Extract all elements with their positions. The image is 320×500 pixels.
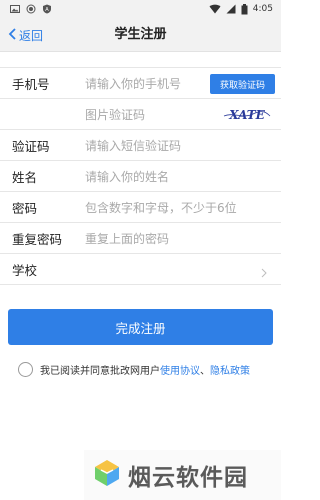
terms-link[interactable]: 使用协议: [160, 362, 200, 377]
sms-code-input[interactable]: 请输入短信验证码: [85, 137, 281, 154]
captcha-text: XATE: [228, 108, 265, 122]
sms-code-row: 验证码 请输入短信验证码: [0, 130, 281, 161]
status-time: 4:05: [252, 4, 273, 14]
back-label: 返回: [19, 28, 44, 43]
repeat-password-input[interactable]: 重复上面的密码: [85, 230, 281, 247]
get-code-button[interactable]: 获取验证码: [210, 74, 275, 94]
chevron-right-icon: [261, 263, 267, 282]
complete-registration-button[interactable]: 完成注册: [8, 309, 273, 345]
phone-row: 手机号 请输入你的手机号 获取验证码: [0, 68, 281, 99]
privacy-link[interactable]: 隐私政策: [210, 362, 250, 377]
school-row[interactable]: 学校: [0, 254, 281, 285]
agreement-text: 我已阅读并同意批改网用户: [40, 365, 160, 377]
password-row: 密码 包含数字和字母，不少于6位: [0, 192, 281, 223]
watermark-text: 烟云软件园: [128, 465, 248, 491]
captcha-row: 图片验证码 XATE: [0, 99, 281, 130]
record-icon: [26, 4, 36, 14]
agreement-separator: 、: [200, 365, 210, 377]
name-label: 姓名: [12, 169, 38, 185]
password-label: 密码: [12, 200, 38, 216]
signal-icon: [226, 4, 236, 14]
battery-icon: [241, 3, 248, 15]
chevron-left-icon: [8, 27, 17, 43]
wifi-icon: [209, 4, 221, 14]
name-row: 姓名 请输入你的姓名: [0, 161, 281, 192]
captcha-image[interactable]: XATE: [223, 104, 271, 125]
sms-code-label: 验证码: [12, 138, 50, 154]
back-button[interactable]: 返回: [8, 18, 43, 52]
photo-icon: [10, 4, 20, 14]
registration-form: 手机号 请输入你的手机号 获取验证码 图片验证码 XATE 验证码 请输入短信验…: [0, 67, 281, 285]
agreement-checkbox[interactable]: [18, 361, 33, 377]
watermark-logo-icon: [92, 458, 122, 492]
repeat-password-row: 重复密码 重复上面的密码: [0, 223, 281, 254]
status-right-icons: 4:05: [209, 3, 273, 15]
watermark: 烟云软件园: [84, 450, 281, 500]
status-bar: A 4:05: [0, 0, 281, 18]
password-input[interactable]: 包含数字和字母，不少于6位: [85, 199, 281, 216]
repeat-password-label: 重复密码: [12, 231, 63, 247]
school-label: 学校: [12, 262, 38, 278]
title-bar: 学生注册 返回: [0, 18, 281, 52]
shield-icon: A: [42, 4, 52, 14]
phone-label: 手机号: [12, 76, 50, 92]
status-left-icons: A: [10, 4, 52, 14]
svg-text:A: A: [45, 7, 49, 13]
name-input[interactable]: 请输入你的姓名: [85, 168, 281, 185]
agreement-row: 我已阅读并同意批改网用户 使用协议 、 隐私政策: [18, 360, 250, 378]
